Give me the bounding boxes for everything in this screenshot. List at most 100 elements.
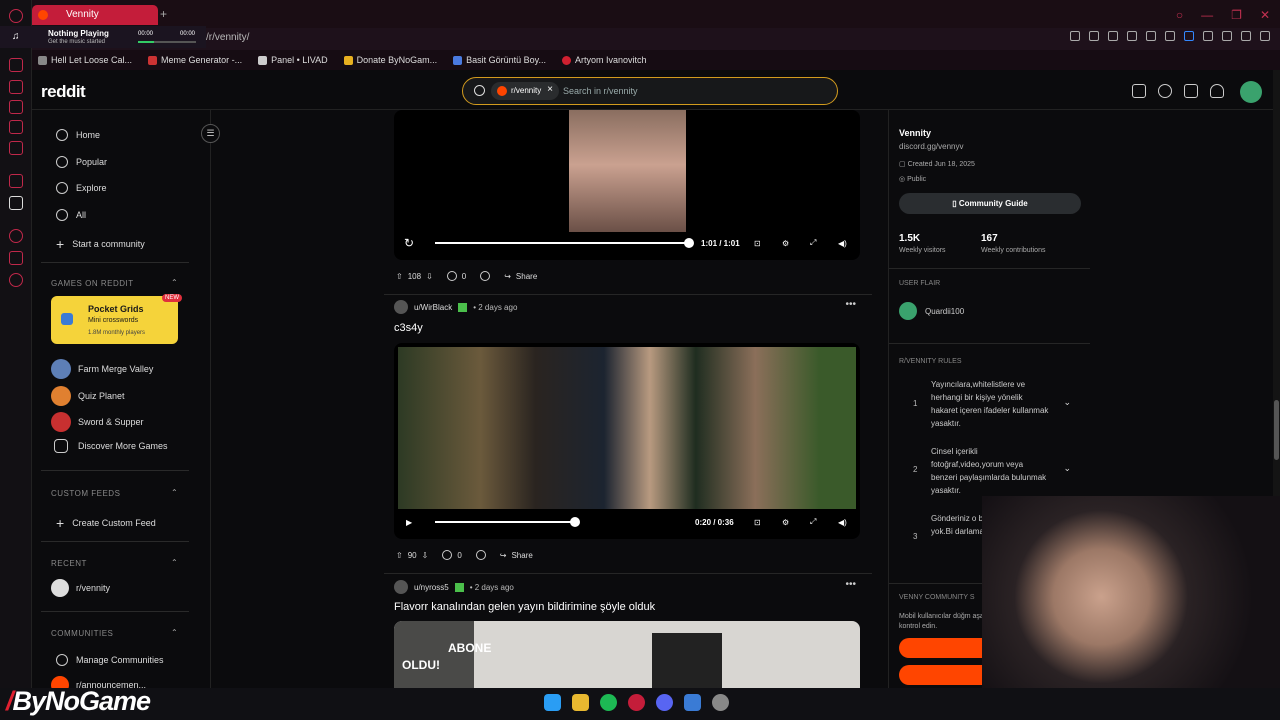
comment-button[interactable]: 0 [442, 550, 462, 560]
menu-icon[interactable] [1260, 31, 1270, 41]
discover-games[interactable]: Discover More Games [51, 439, 168, 453]
downvote-icon[interactable]: ⇩ [422, 551, 429, 560]
settings-icon[interactable] [9, 273, 23, 287]
nav-start-community[interactable]: + Start a community [56, 236, 145, 252]
opera-icon[interactable] [9, 9, 23, 23]
section-recent[interactable]: RECENT ⌃ [51, 558, 178, 568]
section-communities[interactable]: COMMUNITIES ⌃ [51, 628, 178, 638]
post-author[interactable]: u/WirBlack • 2 days ago [394, 300, 517, 314]
game-farm-merge-valley[interactable]: Farm Merge Valley [51, 359, 153, 379]
create-custom-feed[interactable]: + Create Custom Feed [56, 515, 156, 531]
create-post-icon[interactable] [1184, 84, 1198, 98]
settings-icon[interactable]: ⚙ [782, 239, 789, 248]
collapse-nav-button[interactable]: ☰ [201, 124, 220, 143]
sidebar-app-icon[interactable] [9, 141, 23, 155]
share-button[interactable]: ↪ Share [500, 551, 533, 560]
share-button[interactable]: ↪ Share [504, 272, 537, 281]
search-tabs-icon[interactable]: ○ [1176, 8, 1183, 22]
steam-icon[interactable] [712, 694, 729, 711]
nav-home[interactable]: Home [56, 129, 100, 141]
game-quiz-planet[interactable]: Quiz Planet [51, 386, 125, 406]
bookmark-item[interactable]: Hell Let Loose Cal... [38, 55, 132, 65]
sidebar-app-icon[interactable] [9, 251, 23, 265]
bookmark-item[interactable]: Meme Generator -... [148, 55, 242, 65]
community-guide-button[interactable]: ▯ Community Guide [899, 193, 1081, 214]
new-tab-button[interactable]: + [160, 7, 167, 21]
vpn-icon[interactable] [1184, 31, 1194, 41]
chevron-down-icon[interactable]: ⌄ [1063, 463, 1071, 474]
more-options-icon[interactable]: ••• [845, 299, 856, 310]
downvote-icon[interactable]: ⇩ [426, 272, 433, 281]
community-link[interactable]: discord.gg/vennyv [899, 142, 963, 151]
music-progress[interactable] [138, 41, 196, 43]
reddit-logo[interactable]: reddit [41, 82, 86, 102]
bookmark-item[interactable]: Panel • LIVAD [258, 55, 328, 65]
opera-icon[interactable] [628, 694, 645, 711]
captions-icon[interactable]: ⊡ [754, 239, 761, 248]
nav-all[interactable]: All [56, 209, 86, 221]
spotify-icon[interactable] [600, 694, 617, 711]
download-icon[interactable] [1241, 31, 1251, 41]
nav-explore[interactable]: Explore [56, 182, 107, 194]
user-flair[interactable]: Quardii100 [899, 302, 964, 320]
translate-icon[interactable] [1127, 31, 1137, 41]
rule-item[interactable]: 2 Cinsel içerikli fotoğraf,video,yorum v… [899, 443, 1079, 503]
fullscreen-icon[interactable]: ⤢ [810, 517, 816, 527]
video-progress[interactable] [435, 238, 694, 248]
bookmark-icon[interactable] [1070, 31, 1080, 41]
post-author[interactable]: u/nyross5 • 2 days ago [394, 580, 514, 594]
volume-icon[interactable]: ◀) [838, 518, 847, 527]
vote-control[interactable]: ⇧ 108 ⇩ [396, 272, 433, 281]
minimize-icon[interactable]: — [1201, 8, 1213, 22]
featured-game-card[interactable]: Pocket Grids Mini crosswords 1.8M monthl… [51, 294, 182, 344]
tab-vennity[interactable]: Vennity [32, 5, 158, 25]
settings-icon[interactable]: ⚙ [782, 518, 789, 527]
sidebar-app-icon[interactable] [9, 58, 23, 72]
upvote-icon[interactable]: ⇧ [396, 551, 403, 560]
x-icon[interactable] [9, 196, 23, 210]
wallet-icon[interactable] [1222, 31, 1232, 41]
sidebar-app-icon[interactable] [9, 100, 23, 114]
upvote-icon[interactable]: ⇧ [396, 272, 403, 281]
discord-icon[interactable] [656, 694, 673, 711]
video-player[interactable]: ABONE OLDU! [394, 621, 860, 690]
community-chip[interactable]: r/vennity × [491, 82, 559, 100]
manage-communities[interactable]: Manage Communities [56, 654, 164, 666]
video-player[interactable]: ▶ 0:20 / 0:36 ⊡ ⚙ ⤢ ◀) [394, 343, 860, 539]
recent-vennity[interactable]: r/vennity [51, 579, 110, 597]
snapshot-icon[interactable] [1089, 31, 1099, 41]
video-progress[interactable] [435, 517, 580, 527]
section-custom-feeds[interactable]: CUSTOM FEEDS ⌃ [51, 488, 178, 498]
shield-icon[interactable] [1108, 31, 1118, 41]
bookmark-item[interactable]: Artyom Ivanovitch [562, 55, 647, 65]
heart-icon[interactable] [1165, 31, 1175, 41]
notification-bell-icon[interactable] [1210, 84, 1224, 98]
windows-start-icon[interactable] [544, 694, 561, 711]
section-games[interactable]: GAMES ON REDDIT ⌃ [51, 278, 178, 288]
vote-control[interactable]: ⇧ 90 ⇩ [396, 551, 428, 560]
chat-icon[interactable] [1158, 84, 1172, 98]
game-sword-supper[interactable]: Sword & Supper [51, 412, 144, 432]
bookmark-item[interactable]: Donate ByNoGam... [343, 55, 437, 65]
sidebar-app-icon[interactable] [9, 80, 23, 94]
play-icon[interactable]: ▶ [406, 518, 412, 527]
more-options-icon[interactable]: ••• [845, 579, 856, 590]
post-title[interactable]: c3s4y [394, 322, 423, 334]
avatar[interactable] [1240, 81, 1262, 103]
fullscreen-icon[interactable]: ⤢ [810, 238, 816, 248]
instagram-icon[interactable] [9, 174, 23, 188]
nav-popular[interactable]: Popular [56, 156, 107, 168]
music-widget[interactable]: ♫ Nothing Playing Get the music started … [0, 26, 206, 48]
award-button[interactable] [475, 550, 486, 560]
history-icon[interactable] [9, 229, 23, 243]
url-field[interactable]: /r/vennity/ [206, 32, 249, 43]
extensions-icon[interactable] [1203, 31, 1213, 41]
player-icon[interactable] [1146, 31, 1156, 41]
file-explorer-icon[interactable] [572, 694, 589, 711]
post-title[interactable]: Flavorr kanalından gelen yayın bildirimi… [394, 601, 655, 613]
rule-item[interactable]: 1 Yayıncılara,whitelistlere ve herhangi … [899, 376, 1079, 436]
video-player[interactable]: ↻ 1:01 / 1:01 ⊡ ⚙ ⤢ ◀) [394, 110, 860, 260]
search-bar[interactable]: r/vennity × Search in r/vennity [462, 77, 838, 105]
advertise-icon[interactable] [1132, 84, 1146, 98]
volume-icon[interactable]: ◀) [838, 239, 847, 248]
